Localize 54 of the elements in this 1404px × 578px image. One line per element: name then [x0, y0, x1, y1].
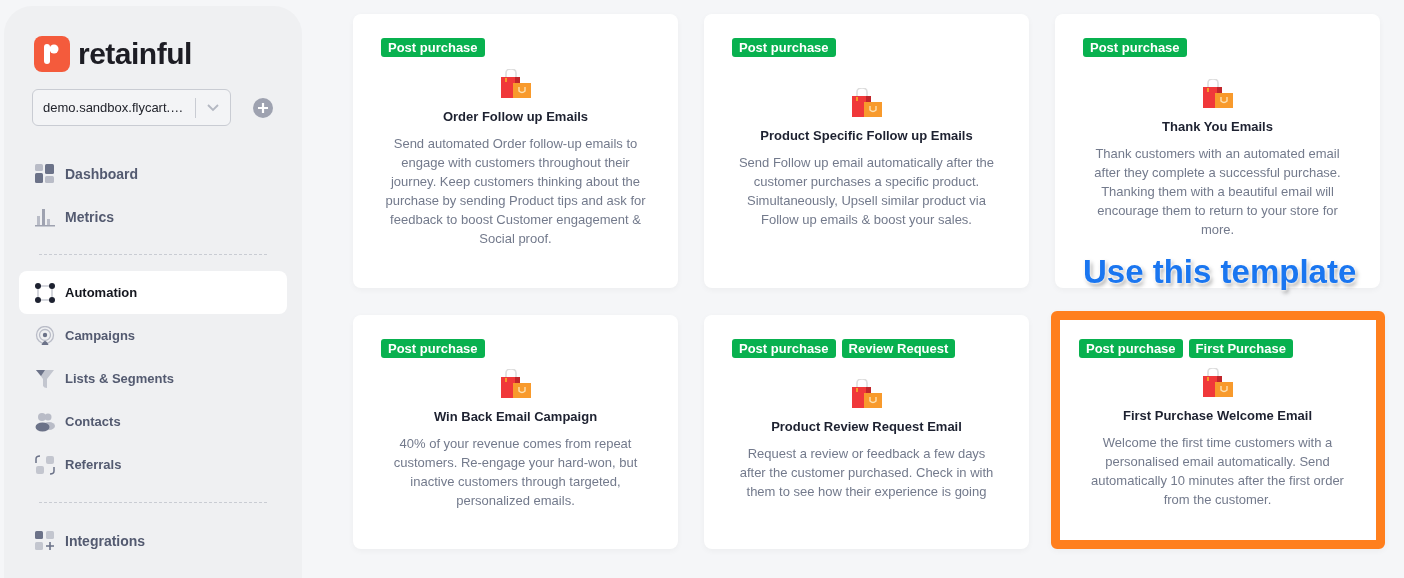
logo-text: retainful: [78, 37, 192, 71]
card-title: Order Follow up Emails: [442, 109, 589, 124]
tag-badge: Post purchase: [381, 339, 485, 358]
tag-badge: Post purchase: [381, 38, 485, 57]
shopping-bags-icon: [1201, 367, 1234, 398]
nav-item[interactable]: Metrics: [19, 195, 287, 238]
logo-icon: [34, 36, 70, 72]
template-card[interactable]: [1051, 311, 1385, 549]
card-title: Product Specific Follow up Emails: [760, 128, 973, 143]
broadcast-icon: [35, 325, 55, 346]
card-description: Send Follow up email automatically after the customer purchases a specific product. Simultaneously, Upsell similar product via Follow up emails & boost your sales.: [737, 154, 996, 229]
nav-item[interactable]: Campaigns: [19, 314, 287, 357]
card-description: Send automated Order follow-up emails to engage with customers throughout their journey. Keep customers thinking about the purchase by sending Product tips and ask for feedback to boost Customer engagement & Social proof.: [384, 135, 647, 248]
card-title: Product Review Request Email: [771, 418, 962, 434]
template-card[interactable]: [353, 14, 678, 288]
tag-badge: First Purchase: [1188, 339, 1293, 358]
callout-text: Use this template: [1083, 253, 1357, 291]
tag-badge: Review Request: [841, 339, 956, 358]
tag-badge: Post purchase: [1079, 339, 1183, 358]
nav-item[interactable]: Contacts: [19, 400, 287, 443]
card-title: Thank You Emails: [1162, 118, 1273, 134]
shopping-bags-icon: [499, 369, 532, 399]
tag-badge: Post purchase: [732, 38, 836, 57]
nav-item[interactable]: Integrations: [19, 519, 287, 562]
card-description: Welcome the first time customers with a personalised email automatically. Send automatically 10 minutes after the first order from the customer.: [1090, 433, 1345, 509]
nav-item[interactable]: Dashboard: [19, 152, 287, 195]
shopping-bags-icon: [850, 88, 883, 118]
card-title: Win Back Email Campaign: [433, 409, 598, 424]
add-icon[interactable]: [253, 97, 273, 118]
bar-chart-icon: [35, 206, 55, 227]
card-title: First Purchase Welcome Email: [1122, 407, 1313, 423]
template-card[interactable]: Post purchase Win Back Email Campaign 40% of your revenue comes from repeat customers. Re-engage your hard-won, but inactive customers through targeted, personalized emails.: [353, 315, 678, 549]
card-description: Thank customers with an automated email after they complete a successful purchase. Thanking them with a beautiful email will encourage them to return to your store for more.: [1093, 144, 1342, 239]
nav-item[interactable]: Referrals: [19, 443, 287, 486]
nodes-icon: [35, 282, 55, 303]
tag-badge: Post purchase: [1083, 38, 1187, 57]
template-card[interactable]: Post purchase Review Request Product Review Request Email Request a review or feedback a few days after the customer purchased. Check in with them to see how their experience is going: [704, 315, 1029, 549]
shopping-bags-icon: [1201, 78, 1234, 109]
dashboard-icon: [35, 163, 55, 184]
chevron-down-icon: [206, 103, 220, 112]
shopping-bags-icon: [499, 69, 532, 99]
template-card[interactable]: [1055, 14, 1380, 288]
card-description: Request a review or feedback a few days after the customer purchased. Check in with them to see how their experience is going: [738, 444, 995, 501]
nav-item[interactable]: Automation: [19, 271, 287, 314]
store-select[interactable]: demo.sandbox.flycart.…: [32, 89, 231, 126]
card-description: 40% of your revenue comes from repeat customers. Re-engage your hard-won, but inactive customers through targeted, personalized emails.: [392, 435, 639, 510]
funnel-icon: [35, 368, 55, 389]
apps-add-icon: [35, 530, 55, 551]
shopping-bags-icon: [850, 378, 883, 409]
template-card[interactable]: [704, 14, 1029, 288]
tag-badge: Post purchase: [732, 339, 836, 358]
exchange-icon: [35, 454, 55, 475]
nav-item[interactable]: Lists & Segments: [19, 357, 287, 400]
users-icon: [35, 411, 55, 432]
